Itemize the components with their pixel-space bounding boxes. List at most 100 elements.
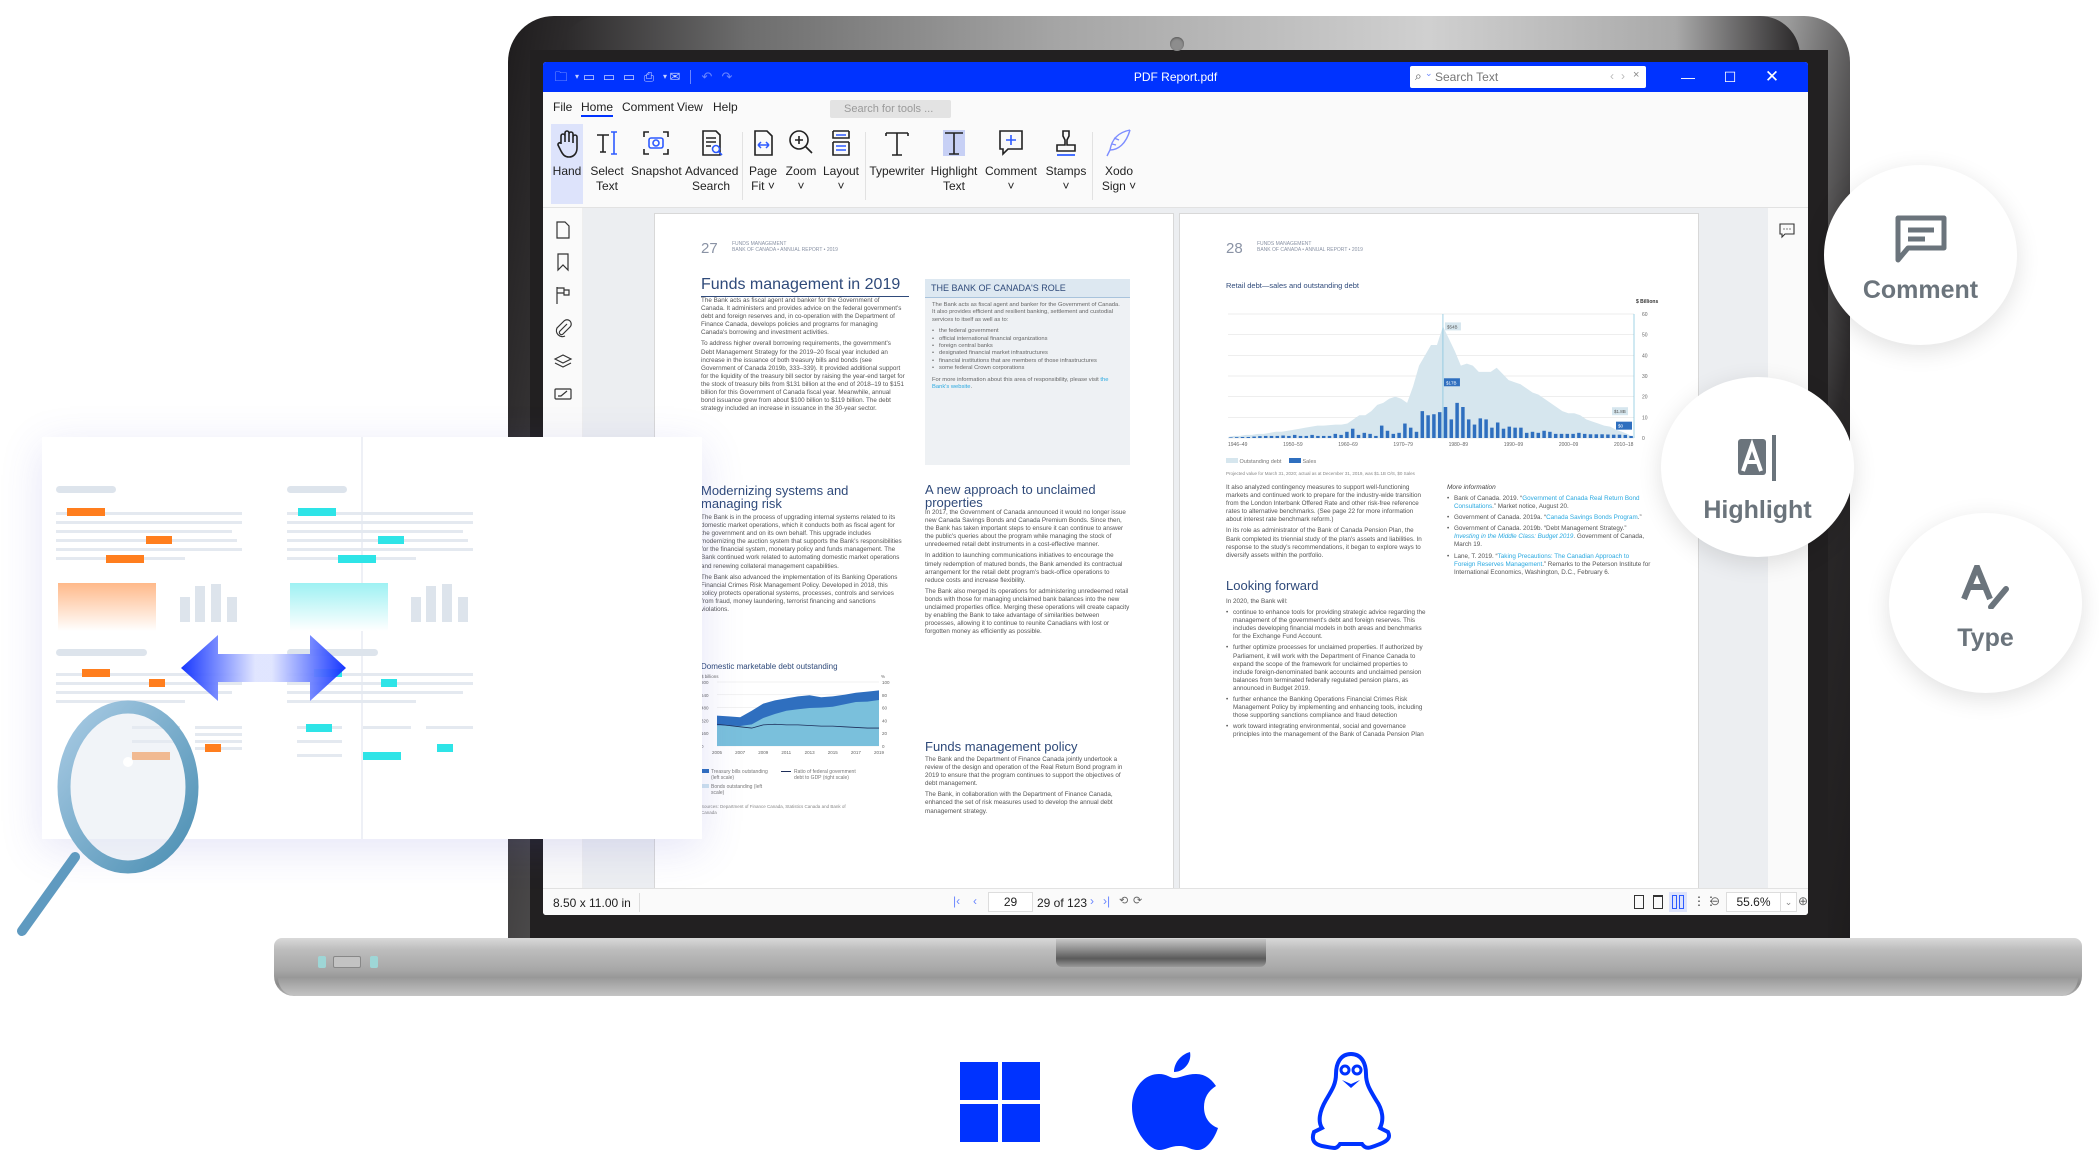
menu-view[interactable]: View — [677, 100, 703, 114]
menu-comment[interactable]: Comment — [622, 100, 674, 114]
tool-label: Layout — [822, 164, 860, 178]
comment-icon — [1895, 215, 1946, 263]
single-page-view-button[interactable] — [1634, 895, 1644, 909]
prev-result-icon[interactable]: ‹ — [1610, 69, 1614, 83]
page-thumbnails-icon[interactable] — [553, 220, 573, 240]
sales-bar — [1281, 435, 1285, 438]
highlight-box — [58, 583, 156, 631]
tool-label: ˅ — [797, 179, 805, 193]
page-number-input[interactable]: 29 — [988, 892, 1033, 912]
x-tick-label: 2010–18 — [1614, 442, 1634, 448]
paragraph: In addition to launching communications … — [925, 552, 1123, 584]
zoom-out-icon[interactable]: ⊖ — [1710, 894, 1720, 908]
next-result-icon[interactable]: › — [1621, 69, 1625, 83]
typewriter-button[interactable]: Typewriter — [869, 124, 925, 204]
signature-icon[interactable] — [553, 384, 573, 404]
tool-search-input[interactable]: Search for tools ... — [830, 100, 951, 118]
sales-bar — [1495, 422, 1500, 438]
next-page-button[interactable]: › — [1090, 894, 1094, 908]
chart-title: Retail debt—sales and outstanding debt — [1226, 281, 1360, 290]
comment-button[interactable]: Comment ˅ — [983, 124, 1039, 204]
flag-icon[interactable] — [553, 285, 573, 305]
last-page-button[interactable]: ›| — [1103, 894, 1110, 908]
snapshot-button[interactable]: Snapshot — [631, 124, 682, 204]
legend-label: Sales — [1302, 459, 1317, 465]
box-list: the federal government official internat… — [932, 328, 1123, 373]
menu-file[interactable]: File — [553, 100, 572, 114]
search-text-input[interactable]: ⌕ ⌄ Search Text ‹ › × — [1410, 66, 1646, 88]
zoom-level-input[interactable]: 55.6% — [1726, 892, 1781, 912]
maximize-button[interactable]: ☐ — [1715, 67, 1745, 87]
zoom-in-icon[interactable]: ⊕ — [1798, 894, 1808, 908]
comments-panel-icon[interactable] — [1778, 222, 1796, 240]
body-text: The Bank is in the process of upgrading … — [701, 514, 905, 614]
highlight-mark — [146, 536, 172, 544]
highlight-feature-bubble: Highlight — [1661, 377, 1854, 557]
continuous-view-button[interactable] — [1653, 895, 1663, 909]
section-heading: Funds management policy — [925, 739, 1078, 754]
minimize-button[interactable]: — — [1673, 67, 1703, 87]
legend-swatch — [1226, 458, 1238, 463]
sales-bar — [1484, 419, 1488, 438]
sales-bar — [1362, 432, 1367, 438]
menu-home[interactable]: Home — [581, 100, 614, 117]
sales-bar — [1472, 424, 1477, 438]
sales-bar — [1408, 427, 1413, 438]
layers-icon[interactable] — [553, 351, 573, 371]
document-viewport[interactable]: 27 FUNDS MANAGEMENT BANK OF CANADA • ANNU… — [583, 208, 1768, 889]
highlight-mark — [363, 752, 401, 760]
sales-bar — [1275, 435, 1280, 438]
layout-button[interactable]: Layout ˅ — [822, 124, 860, 204]
stamps-button[interactable]: Stamps ˅ — [1043, 124, 1089, 204]
page-fit-icon — [754, 130, 773, 156]
page-fit-button[interactable]: Page Fit ˅ — [746, 124, 780, 204]
sales-bar — [1466, 419, 1471, 438]
next-view-icon[interactable]: ⟳ — [1133, 894, 1142, 907]
legend-line — [781, 771, 791, 772]
ref-link[interactable]: Canada Savings Bonds Program — [1546, 514, 1638, 521]
sales-bar — [1490, 427, 1494, 438]
header-subtitle: BANK OF CANADA • ANNUAL REPORT • 2019 — [732, 247, 838, 253]
highlight-mark — [67, 508, 105, 516]
x-tick-label: 1990–99 — [1504, 442, 1524, 448]
sidebar-box: THE BANK OF CANADA'S ROLE The Bank acts … — [925, 279, 1130, 465]
bookmark-icon[interactable] — [553, 252, 573, 272]
select-text-button[interactable]: Select Text — [587, 124, 627, 204]
retail-debt-chart: $ Billions 0 10 20 30 40 50 60 $54B $17B $1.8B $0 19… — [1228, 299, 1658, 448]
status-bar: 8.50 x 11.00 in |‹ ‹ 29 29 of 123 › ›| ⟲… — [543, 888, 1808, 915]
advanced-search-button[interactable]: Advanced Search — [685, 124, 738, 204]
bubble-label: Comment — [1862, 276, 1979, 304]
paragraph: For more information about this area of … — [932, 376, 1101, 383]
x-tick-label: 2013 — [805, 750, 816, 755]
attachment-icon[interactable] — [553, 318, 573, 338]
zoom-dropdown-icon[interactable]: ⌄ — [1780, 892, 1797, 912]
paragraph: In 2017, the Government of Canada announ… — [925, 509, 1126, 549]
menu-help[interactable]: Help — [713, 100, 738, 114]
y2-tick-label: 20 — [882, 731, 888, 736]
chart-footnote: Projected value for March 31, 2020; actu… — [1226, 471, 1415, 476]
zoom-button[interactable]: Zoom ˅ — [783, 124, 819, 204]
previous-view-icon[interactable]: ⟲ — [1119, 894, 1128, 907]
ref-link[interactable]: Investing in the Middle Class: Budget 20… — [1454, 533, 1573, 540]
page-count: 29 of 123 — [1037, 896, 1088, 910]
paragraph: The Bank acts as fiscal agent and banker… — [701, 297, 902, 337]
annotation-label: $0 — [1618, 424, 1624, 429]
hand-tool-button[interactable]: Hand — [551, 124, 583, 204]
highlight-text-button[interactable]: Highlight Text — [929, 124, 979, 204]
chart-sources: Sources: Department of Finance Canada, S… — [701, 804, 846, 815]
xodo-sign-button[interactable]: Xodo Sign ˅ — [1096, 124, 1142, 204]
chevron-down-icon[interactable]: ⌄ — [1425, 68, 1433, 79]
body-text: The Bank and the Department of Finance C… — [925, 756, 1130, 816]
zoom-icon — [789, 130, 813, 154]
facing-view-button[interactable] — [1669, 892, 1687, 912]
laptop-base-lower — [278, 978, 2078, 996]
prev-page-button[interactable]: ‹ — [973, 894, 977, 908]
sales-bar — [1304, 435, 1309, 438]
sales-bar — [1443, 407, 1448, 438]
close-button[interactable]: ✕ — [1757, 67, 1787, 87]
sales-bar — [1577, 432, 1581, 438]
sales-bar — [1321, 435, 1326, 438]
first-page-button[interactable]: |‹ — [953, 894, 960, 908]
list-item: continue to enhance tools for providing … — [1226, 609, 1426, 641]
clear-search-icon[interactable]: × — [1633, 69, 1639, 81]
